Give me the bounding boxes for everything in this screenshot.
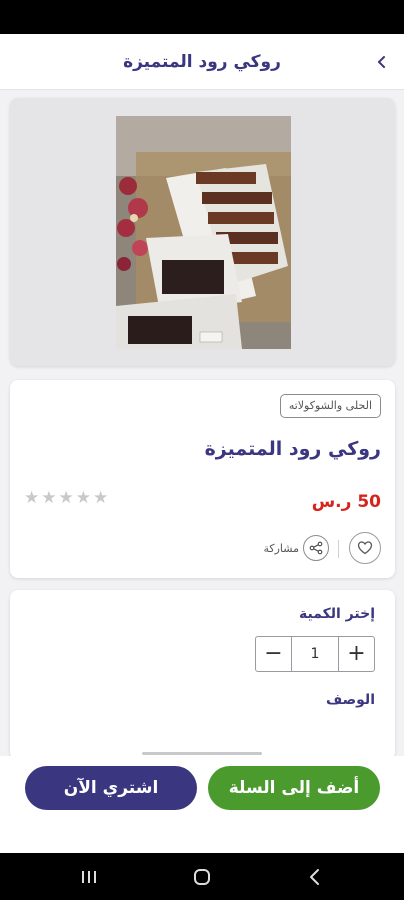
star-icon: ★ bbox=[75, 488, 91, 508]
star-icon: ★ bbox=[24, 488, 40, 508]
quantity-stepper: − 1 + bbox=[255, 636, 375, 672]
add-to-cart-button[interactable]: أضف إلى السلة bbox=[208, 766, 380, 810]
divider bbox=[338, 540, 339, 558]
product-price: 50 ر.س bbox=[311, 492, 381, 512]
back-nav-icon[interactable] bbox=[302, 864, 328, 890]
chevron-left-icon bbox=[378, 56, 385, 68]
system-nav-bar bbox=[0, 853, 404, 900]
share-label: مشاركة bbox=[263, 541, 299, 555]
status-bar bbox=[0, 0, 404, 34]
share-icon bbox=[303, 535, 329, 561]
heart-icon bbox=[357, 541, 373, 555]
description-label: الوصف bbox=[325, 692, 375, 708]
star-icon: ★ bbox=[41, 488, 57, 508]
bottom-action-bar: أضف إلى السلة اشتري الآن bbox=[0, 756, 404, 853]
page-title: روكي رود المتميزة bbox=[123, 52, 281, 72]
category-badge[interactable]: الحلى والشوكولاته bbox=[279, 394, 381, 418]
app-header: روكي رود المتميزة bbox=[0, 34, 404, 90]
quantity-value[interactable]: 1 bbox=[291, 637, 339, 671]
quantity-card: إختر الكمية − 1 + الوصف bbox=[10, 590, 395, 760]
product-info-card: الحلى والشوكولاته روكي رود المتميزة ★ ★ … bbox=[10, 380, 395, 578]
scroll-indicator bbox=[142, 752, 262, 755]
home-icon[interactable] bbox=[189, 864, 215, 890]
product-photo[interactable] bbox=[116, 116, 291, 349]
share-button[interactable]: مشاركة bbox=[263, 532, 329, 564]
product-title: روكي رود المتميزة bbox=[204, 438, 381, 460]
star-icon: ★ bbox=[58, 488, 74, 508]
recent-apps-icon[interactable] bbox=[76, 864, 102, 890]
quantity-label: إختر الكمية bbox=[299, 606, 375, 622]
buy-now-button[interactable]: اشتري الآن bbox=[25, 766, 197, 810]
product-image-card bbox=[10, 98, 395, 366]
rating-stars: ★ ★ ★ ★ ★ bbox=[24, 488, 108, 508]
favorite-button[interactable] bbox=[349, 532, 381, 564]
decrement-button[interactable]: − bbox=[256, 637, 291, 671]
back-button[interactable] bbox=[368, 48, 396, 76]
increment-button[interactable]: + bbox=[339, 637, 374, 671]
star-icon: ★ bbox=[93, 488, 109, 508]
